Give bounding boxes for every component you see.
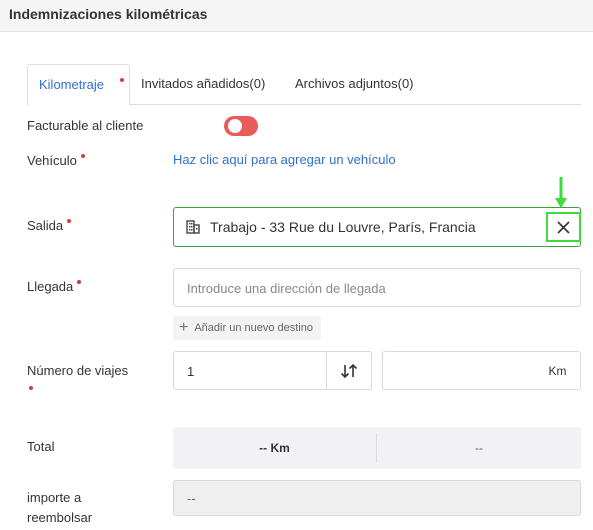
departure-label-text: Salida [27,218,64,233]
toggle-knob [228,119,242,133]
tab-label: Invitados añadidos(0) [141,76,266,91]
reimburse-label-line1: importe a [27,490,82,505]
add-vehicle-link[interactable]: Haz clic aquí para agregar un vehículo [173,152,396,167]
reimburse-value: -- [187,491,196,506]
vehicle-label-text: Vehículo [27,153,77,168]
departure-field[interactable]: Trabajo - 33 Rue du Louvre, París, Franc… [173,207,581,247]
billable-toggle[interactable] [224,116,258,136]
required-indicator [77,280,82,284]
reimburse-label-line2: reembolsar [27,510,93,525]
required-indicator [80,154,85,158]
clear-departure-button[interactable] [546,212,581,242]
trips-input[interactable]: 1 [173,351,327,390]
tab-bar: Kilometraje Invitados añadidos(0) Archiv… [27,64,581,106]
total-summary: -- Km -- [173,427,581,469]
arrow-down-icon [555,177,567,208]
building-icon [186,220,200,234]
total-distance: -- Km [259,441,290,455]
swap-button[interactable] [326,351,372,390]
billable-label: Facturable al cliente [27,118,144,133]
close-icon [557,220,570,234]
tab-invitados[interactable]: Invitados añadidos(0) [130,64,276,105]
reimburse-field: -- [173,480,581,516]
distance-input[interactable] [382,351,536,390]
page-header: Indemnizaciones kilométricas [0,0,593,32]
total-amount: -- [475,441,483,455]
swap-arrows-icon [340,363,358,378]
arrival-input[interactable]: Introduce una dirección de llegada [173,268,581,307]
arrival-label: Llegada [27,278,82,296]
vehicle-label: Vehículo [27,152,85,170]
plus-icon: + [179,319,189,336]
arrival-placeholder: Introduce una dirección de llegada [187,281,386,296]
tab-archivos[interactable]: Archivos adjuntos(0) [284,64,425,105]
trips-value: 1 [187,364,195,379]
trips-label: Número de viajes [27,363,129,378]
required-indicator [67,219,72,223]
page-title: Indemnizaciones kilométricas [9,6,208,22]
required-indicator [29,386,33,390]
tab-kilometraje[interactable]: Kilometraje [27,64,130,106]
add-destination-button[interactable]: + Añadir un nuevo destino [173,316,321,340]
total-label: Total [27,439,55,454]
departure-label: Salida [27,217,72,235]
tab-label: Archivos adjuntos(0) [295,76,414,91]
arrival-label-text: Llegada [27,279,74,294]
distance-unit: Km [535,351,581,390]
add-destination-label: Añadir un nuevo destino [194,322,313,334]
tab-label: Kilometraje [39,77,105,92]
required-indicator [120,78,124,82]
departure-value: Trabajo - 33 Rue du Louvre, París, Franc… [210,219,476,235]
